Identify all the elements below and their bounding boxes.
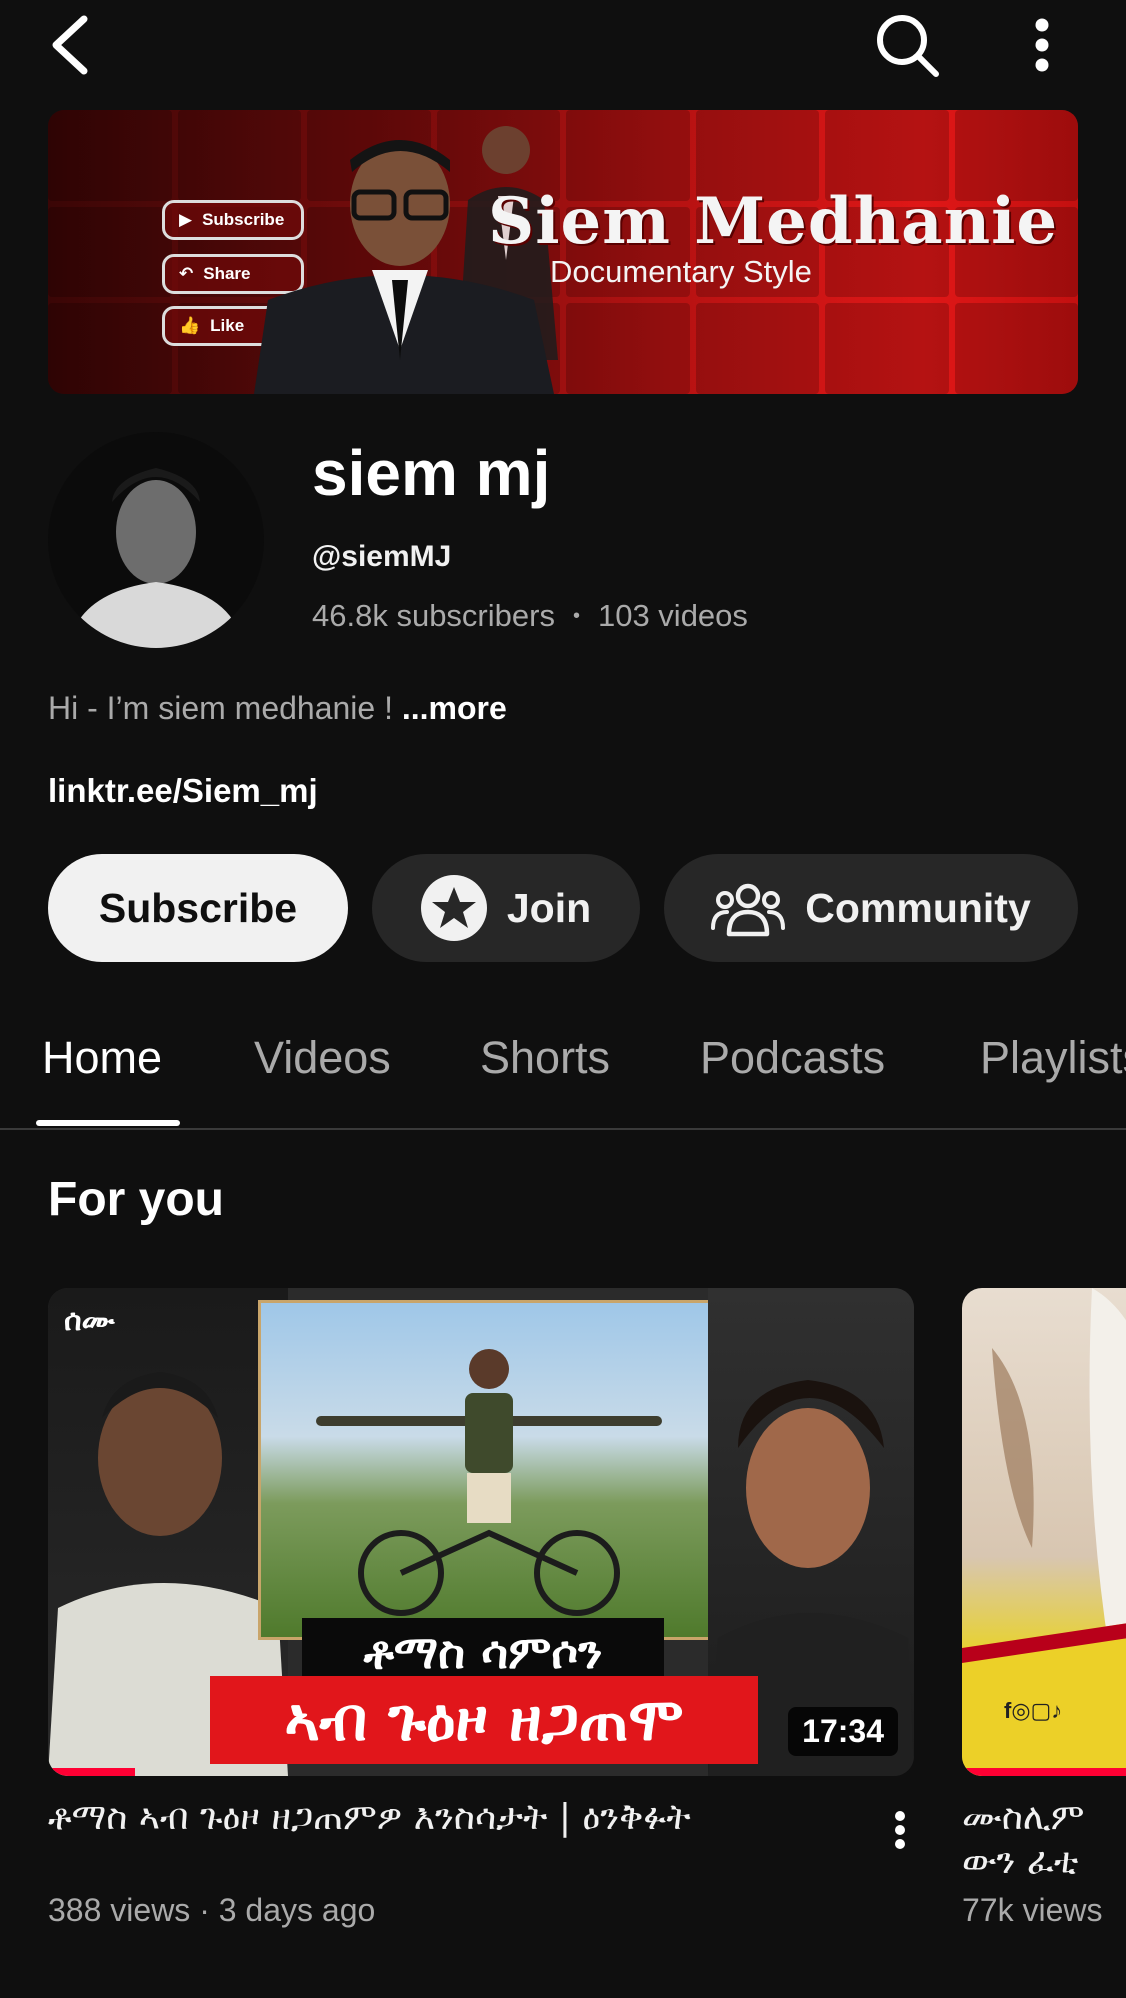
video-thumbnail[interactable]: ሰሙ ቶማስ ሳምሶን ኣብ ጉዕዞ ዘጋጠሞ 17:34 — [48, 1288, 914, 1776]
tab-home[interactable]: Home — [42, 1032, 162, 1084]
tab-videos[interactable]: Videos — [254, 1032, 391, 1084]
channel-name: siem mj — [312, 437, 551, 509]
channel-description[interactable]: Hi - I’m siem medhanie ! ...more — [48, 690, 507, 727]
channel-stats: 46.8k subscribers • 103 videos — [312, 598, 748, 634]
video-meta: 388 views · 3 days ago — [48, 1892, 376, 1928]
thumbnail-landscape-image — [258, 1300, 720, 1640]
tab-shorts[interactable]: Shorts — [480, 1032, 610, 1084]
channel-banner: ▶ Subscribe ↶ Share 👍 Like Siem Medhanie… — [48, 110, 1078, 394]
video-thumbnail-2[interactable]: f◎▢♪ — [962, 1288, 1126, 1776]
thumbs-up-icon: 👍 — [179, 316, 201, 335]
channel-tabs: Home Videos Shorts Podcasts Playlists — [0, 1010, 1126, 1130]
play-icon: ▶ — [179, 210, 193, 229]
banner-subtitle: Documentary Style — [550, 254, 812, 289]
video-meta-2: 77k views — [962, 1892, 1103, 1928]
search-button[interactable] — [872, 10, 942, 80]
search-icon — [877, 15, 939, 77]
subscribe-button[interactable]: Subscribe — [48, 854, 348, 962]
stats-separator: • — [572, 604, 580, 627]
more-vert-icon — [1035, 18, 1049, 72]
video-count: 103 videos — [597, 598, 748, 633]
star-icon — [420, 875, 487, 941]
description-text: Hi - I’m siem medhanie ! — [48, 690, 393, 726]
share-icon: ↶ — [179, 264, 194, 283]
video-more-button[interactable] — [880, 1800, 920, 1860]
join-label: Join — [506, 884, 592, 931]
avatar-image — [48, 432, 264, 648]
banner-title: Siem Medhanie — [488, 184, 1059, 259]
community-label: Community — [805, 884, 1031, 931]
join-button[interactable]: Join — [372, 854, 640, 962]
community-icon — [711, 883, 786, 937]
channel-link[interactable]: linktr.ee/Siem_mj — [48, 772, 318, 810]
watch-progress-bar-2 — [962, 1768, 1126, 1776]
video-title[interactable]: ቶማስ ኣብ ጉዕዞ ዘጋጠምዎ እንስሳታት | ዕንቅፉት — [48, 1796, 868, 1840]
channel-page: ▶ Subscribe ↶ Share 👍 Like Siem Medhanie… — [0, 0, 1126, 1998]
social-icons-graphic: f◎▢♪ — [1004, 1698, 1063, 1723]
video-title-2-line1: ሙስሊም — [962, 1797, 1085, 1838]
more-options-button[interactable] — [1010, 10, 1074, 80]
channel-handle: @siemMJ — [312, 540, 452, 573]
more-link[interactable]: ...more — [402, 690, 507, 726]
subscriber-count: 46.8k subscribers — [312, 598, 555, 633]
watch-progress-bar — [48, 1768, 135, 1776]
back-arrow-icon — [52, 15, 88, 75]
section-title: For you — [48, 1173, 224, 1226]
video-duration: 17:34 — [788, 1707, 898, 1756]
video-title-2-line2: ውን ፈቲ — [962, 1841, 1079, 1882]
subscribe-label: Subscribe — [98, 884, 298, 931]
back-button[interactable] — [40, 10, 100, 80]
thumbnail-caption-bottom: ኣብ ጉዕዞ ዘጋጠሞ — [210, 1676, 758, 1764]
more-vert-icon — [895, 1811, 905, 1849]
tab-podcasts[interactable]: Podcasts — [700, 1032, 885, 1084]
top-bar — [0, 0, 1126, 96]
community-button[interactable]: Community — [664, 854, 1078, 962]
tab-playlists[interactable]: Playlists — [980, 1032, 1126, 1084]
video-title-2[interactable]: ሙስሊም ውን ፈቲ — [962, 1796, 1126, 1884]
channel-avatar[interactable] — [48, 432, 264, 648]
active-tab-indicator — [36, 1120, 180, 1126]
thumbnail-channel-logo: ሰሙ — [64, 1304, 115, 1337]
